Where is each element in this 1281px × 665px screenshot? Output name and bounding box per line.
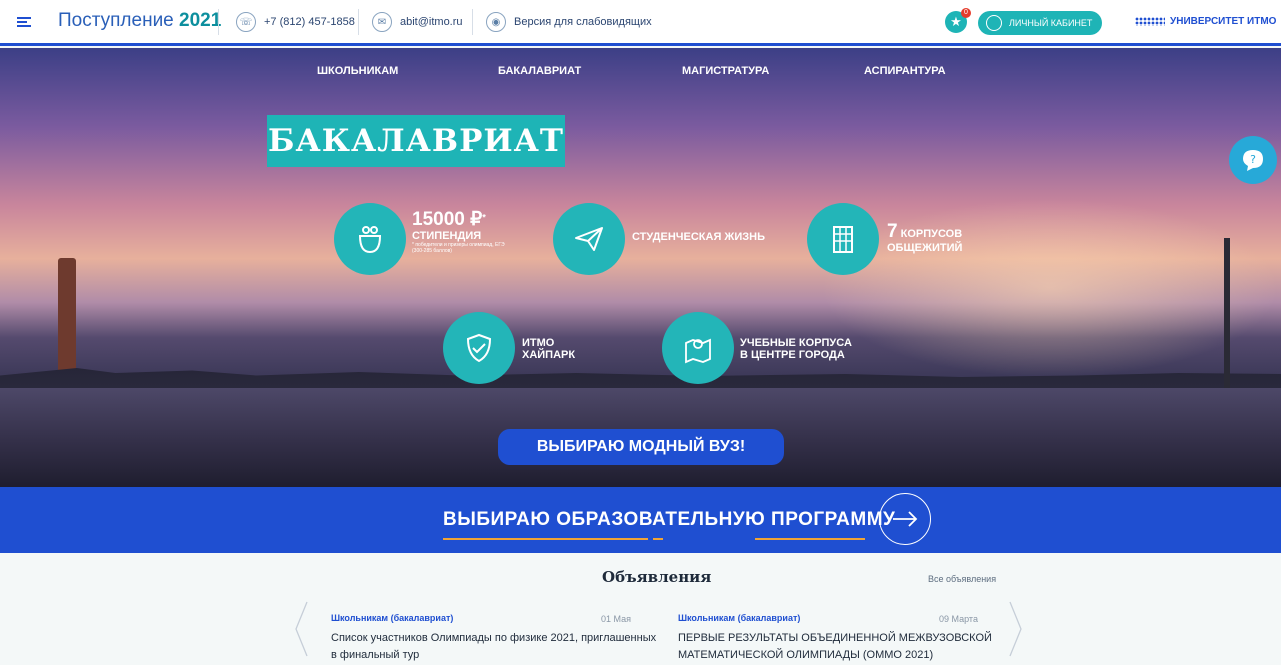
choose-university-button[interactable]: ВЫБИРАЮ МОДНЫЙ ВУЗ! <box>498 429 784 465</box>
program-underline <box>755 538 865 540</box>
hypark-line1: ИТМО <box>522 337 555 349</box>
dorm-line2: ОБЩЕЖИТИЙ <box>887 242 963 254</box>
personal-cabinet-button[interactable]: ЛИЧНЫЙ КАБИНЕТ <box>978 11 1102 35</box>
stipend-footnote-mark: * <box>482 212 486 223</box>
stipend-amount: 15000 ₽ <box>412 209 483 230</box>
chat-icon[interactable]: ? <box>1229 136 1277 184</box>
dorm-count: 7 <box>887 221 898 242</box>
email-link[interactable]: ✉ abit@itmo.ru <box>372 12 463 32</box>
favorites-badge: 0 <box>961 8 971 18</box>
chevron-left-icon[interactable] <box>292 600 312 658</box>
announcement-date: 01 Мая <box>601 614 631 624</box>
personal-cabinet-label: ЛИЧНЫЙ КАБИНЕТ <box>1009 18 1093 28</box>
hero-title: БАКАЛАВРИАТ <box>267 115 565 167</box>
program-underline <box>653 538 663 540</box>
chevron-right-icon[interactable] <box>1005 600 1025 658</box>
announcement-category[interactable]: Школьникам (бакалавриат) <box>331 613 453 623</box>
site-title[interactable]: Поступление 2021 <box>58 10 221 32</box>
user-icon <box>986 15 1002 31</box>
phone-number: +7 (812) 457-1858 <box>264 16 355 28</box>
choose-program-link[interactable]: ВЫБИРАЮ ОБРАЗОВАТЕЛЬНУЮ ПРОГРАММУ <box>443 509 895 531</box>
itmo-logo[interactable]: УНИВЕРСИТЕТ ИТМО <box>1135 16 1276 27</box>
hero-banner: ШКОЛЬНИКАМ БАКАЛАВРИАТ МАГИСТРАТУРА АСПИ… <box>0 48 1281 487</box>
svg-text:?: ? <box>1250 153 1256 166</box>
top-header: Поступление 2021 ☏ +7 (812) 457-1858 ✉ a… <box>0 0 1281 46</box>
menu-icon[interactable] <box>16 14 32 30</box>
announcement-text[interactable]: ПЕРВЫЕ РЕЗУЛЬТАТЫ ОБЪЕДИНЕННОЙ МЕЖВУЗОВС… <box>678 630 1008 664</box>
shield-icon <box>443 312 515 384</box>
announcements-title: Объявления <box>602 568 712 586</box>
announcement-text[interactable]: Список участников Олимпиады по физике 20… <box>331 630 661 664</box>
campus-line2: В ЦЕНТРЕ ГОРОДА <box>740 349 845 361</box>
map-pin-icon <box>662 312 734 384</box>
phone-link[interactable]: ☏ +7 (812) 457-1858 <box>236 12 355 32</box>
program-underline <box>443 538 648 540</box>
cathedral-spire <box>1224 238 1230 388</box>
building-icon <box>807 203 879 275</box>
mail-icon: ✉ <box>372 12 392 32</box>
accessibility-link[interactable]: ◉ Версия для слабовидящих <box>486 12 652 32</box>
stipend-info: 15000 ₽* СТИПЕНДИЯ * победители и призер… <box>412 209 512 255</box>
stipend-label: СТИПЕНДИЯ <box>412 230 482 242</box>
campus-line1: УЧЕБНЫЕ КОРПУСА <box>740 337 852 349</box>
nav-schoolers[interactable]: ШКОЛЬНИКАМ <box>317 65 398 77</box>
header-divider <box>218 9 219 35</box>
site-title-year: 2021 <box>179 10 222 31</box>
itmo-logo-text: УНИВЕРСИТЕТ ИТМО <box>1170 16 1277 27</box>
announcement-date: 09 Марта <box>939 614 978 624</box>
header-divider <box>472 9 473 35</box>
arrow-right-icon[interactable] <box>879 493 931 545</box>
all-announcements-link[interactable]: Все объявления <box>928 574 996 584</box>
stipend-note: * победители и призеры олимпиад, ЕГЭ (30… <box>412 242 505 254</box>
campus-info: УЧЕБНЫЕ КОРПУСА В ЦЕНТРЕ ГОРОДА <box>740 337 852 361</box>
dorm-line1: КОРПУСОВ <box>900 228 963 240</box>
student-life-label: СТУДЕНЧЕСКАЯ ЖИЗНЬ <box>632 231 766 243</box>
nav-bachelor[interactable]: БАКАЛАВРИАТ <box>498 65 581 77</box>
phone-icon: ☏ <box>236 12 256 32</box>
hypark-info: ИТМО ХАЙПАРК <box>522 337 575 361</box>
itmo-logo-icon <box>1135 17 1165 26</box>
announcement-category[interactable]: Школьникам (бакалавриат) <box>678 613 800 623</box>
accessibility-label: Версия для слабовидящих <box>514 16 652 28</box>
wallet-icon <box>334 203 406 275</box>
email-address: abit@itmo.ru <box>400 16 463 28</box>
header-divider <box>358 9 359 35</box>
nav-postgraduate[interactable]: АСПИРАНТУРА <box>864 65 946 77</box>
paper-plane-icon <box>553 203 625 275</box>
site-title-text: Поступление <box>58 10 174 31</box>
hypark-line2: ХАЙПАРК <box>522 349 576 361</box>
eye-icon: ◉ <box>486 12 506 32</box>
dorms-info: 7 КОРПУСОВ ОБЩЕЖИТИЙ <box>887 221 963 255</box>
nav-master[interactable]: МАГИСТРАТУРА <box>682 65 769 77</box>
